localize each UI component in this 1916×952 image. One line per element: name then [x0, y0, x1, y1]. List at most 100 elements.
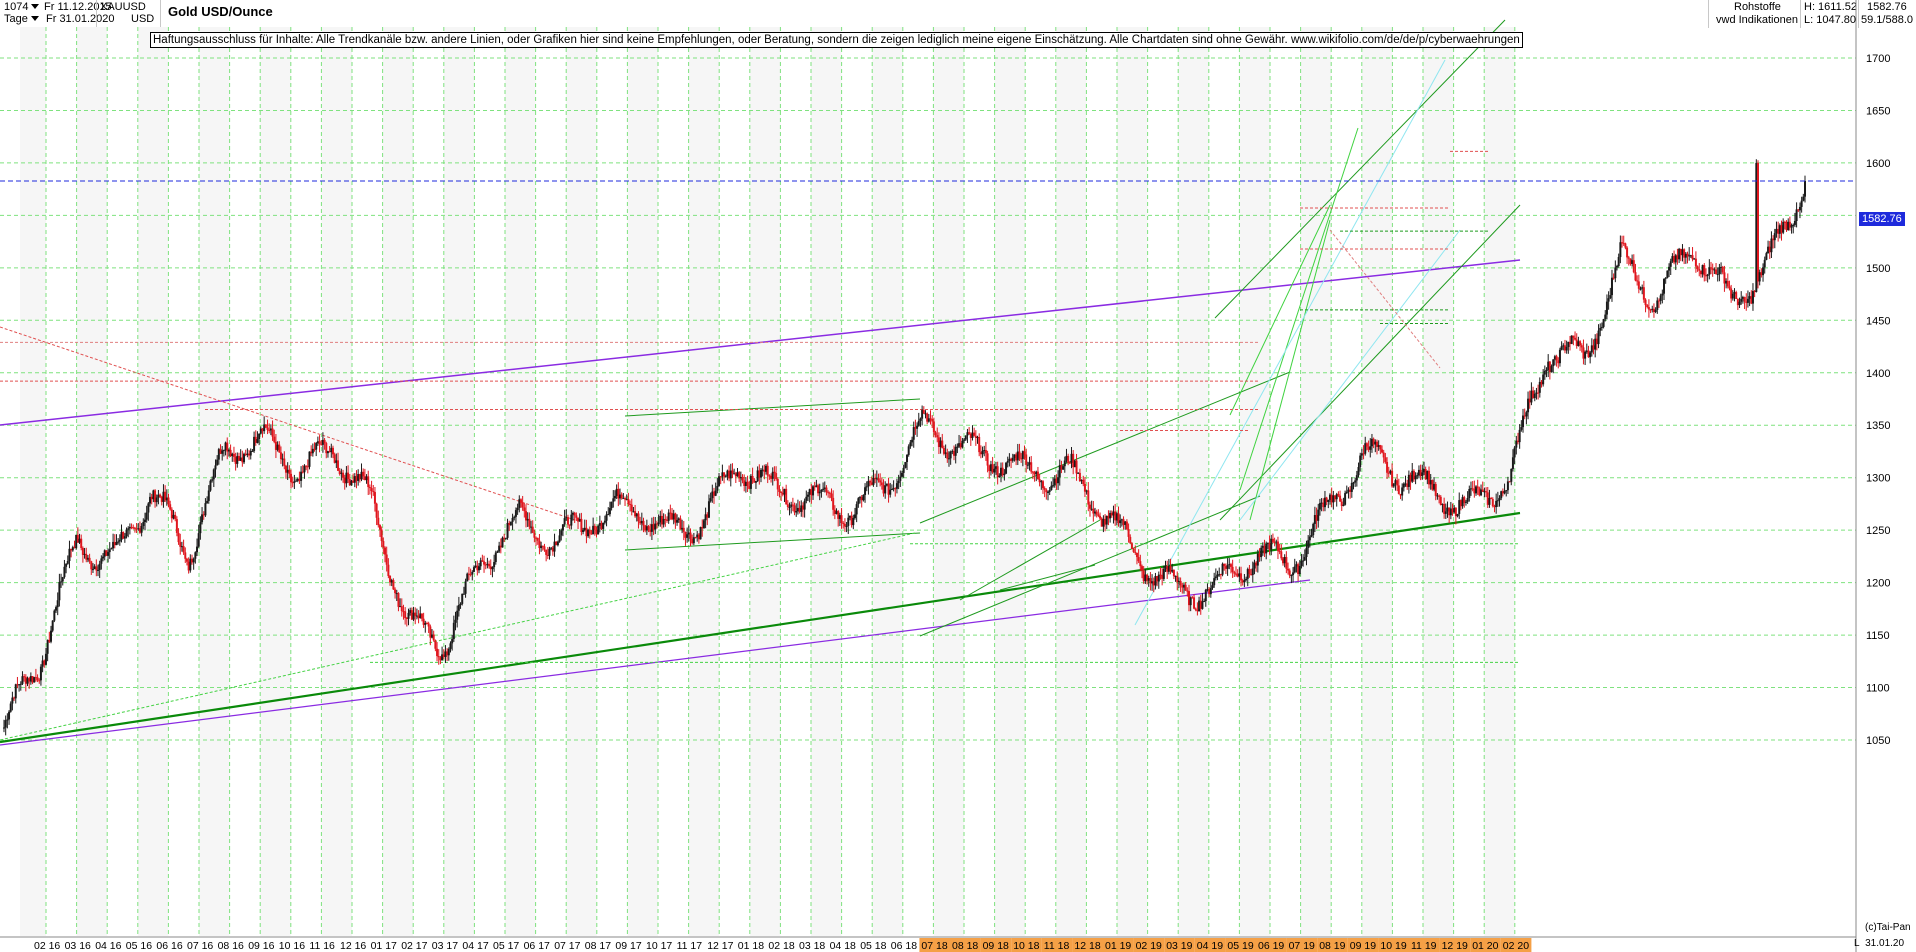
candle-body	[493, 562, 496, 568]
candle-body	[494, 552, 497, 563]
candle-body	[44, 653, 47, 665]
candle-body	[1157, 574, 1160, 582]
candle-body	[605, 514, 608, 521]
candle-body	[890, 489, 893, 491]
candle-body	[1762, 267, 1765, 276]
candle-body	[900, 472, 903, 477]
candle-body	[998, 475, 1001, 478]
candle-body	[1600, 326, 1603, 328]
candle-body	[869, 480, 872, 483]
candle-body	[378, 525, 381, 530]
candle-body	[1354, 480, 1357, 483]
candle-body	[1792, 224, 1795, 226]
candle-body	[1099, 515, 1102, 519]
candle-body	[1654, 309, 1657, 313]
candle-body	[607, 514, 610, 516]
candle-body	[862, 494, 865, 501]
candle-body	[6, 719, 9, 721]
candle-body	[1503, 490, 1506, 494]
candle-body	[155, 497, 158, 503]
candle-body	[452, 622, 455, 640]
candle-body	[385, 554, 388, 565]
candle-body	[375, 503, 378, 518]
candle-body	[1661, 293, 1664, 296]
candle-body	[702, 520, 705, 529]
candle-body	[818, 491, 821, 494]
candle-body	[593, 525, 596, 530]
y-tick-label: 1300	[1866, 473, 1890, 485]
candle-body	[647, 526, 650, 530]
candle-body	[759, 469, 762, 478]
x-tick-label: 04 17	[462, 940, 488, 952]
x-tick-label: 11 18	[1044, 940, 1070, 952]
candle-body	[1498, 498, 1501, 501]
candle-body	[1097, 514, 1100, 516]
candle-body	[1288, 570, 1291, 576]
candle-body	[832, 497, 835, 510]
candle-body	[986, 453, 989, 466]
candle-body	[1003, 473, 1006, 476]
candle-body	[1466, 497, 1469, 502]
candle-body	[1047, 491, 1050, 493]
candle-body	[917, 420, 920, 426]
candle-body	[1023, 451, 1026, 455]
candle-body	[143, 519, 146, 523]
x-tick-label: 08 18	[952, 940, 978, 952]
candle-body	[147, 503, 150, 513]
candle-body	[39, 666, 42, 681]
candle-body	[1716, 274, 1719, 276]
candle-body	[372, 491, 375, 493]
candle-body	[1694, 258, 1697, 267]
candle-body	[820, 489, 823, 492]
candle-body	[1201, 601, 1204, 609]
candle-body	[1610, 277, 1613, 296]
candle-body	[466, 573, 469, 582]
candle-body	[682, 527, 685, 532]
candle-body	[36, 677, 39, 681]
candle-body	[1379, 445, 1382, 450]
candle-body	[506, 522, 509, 538]
candle-body	[723, 472, 726, 477]
candle-body	[1025, 454, 1028, 465]
candle-body	[620, 494, 623, 499]
candle-body	[462, 593, 465, 595]
candle-body	[368, 487, 371, 489]
candle-body	[404, 611, 407, 618]
candle-body	[1773, 233, 1776, 241]
candle-body	[1127, 529, 1130, 537]
candle-body	[66, 560, 69, 564]
candle-body	[55, 607, 58, 611]
candle-body	[434, 640, 437, 649]
candle-body	[912, 427, 915, 440]
x-tick-label: 03 17	[432, 940, 458, 952]
candle-body	[175, 519, 178, 533]
candle-body	[1337, 494, 1340, 496]
candle-body	[118, 539, 121, 542]
candle-body	[95, 566, 98, 571]
candle-body	[1078, 472, 1081, 482]
candle-body	[140, 526, 143, 533]
candle-body	[1491, 498, 1494, 507]
price-chart[interactable]: 1050 1100 1150 1200 1250 1300 1350 1400 1450 1500…	[0, 0, 1916, 952]
x-tick-label: 11 16	[309, 940, 335, 952]
candle-body	[197, 533, 200, 547]
candle-body	[907, 446, 910, 455]
candle-body	[1626, 247, 1629, 258]
candle-body	[1369, 446, 1372, 450]
candle-body	[949, 451, 952, 459]
candle-body	[373, 492, 376, 504]
candle-body	[746, 481, 749, 486]
candle-body	[207, 490, 210, 501]
x-tick-label: 01 17	[371, 940, 397, 952]
candle-body	[1129, 536, 1132, 544]
candle-body	[795, 511, 798, 513]
candle-body	[1632, 260, 1635, 273]
candle-body	[107, 552, 110, 556]
copyright: (c)Tai-Pan	[1865, 922, 1911, 933]
candle-body	[491, 567, 494, 570]
candle-body	[694, 537, 697, 539]
candle-body	[642, 520, 645, 526]
candle-body	[367, 476, 370, 488]
candle-body	[884, 485, 887, 494]
candle-body	[81, 547, 84, 555]
